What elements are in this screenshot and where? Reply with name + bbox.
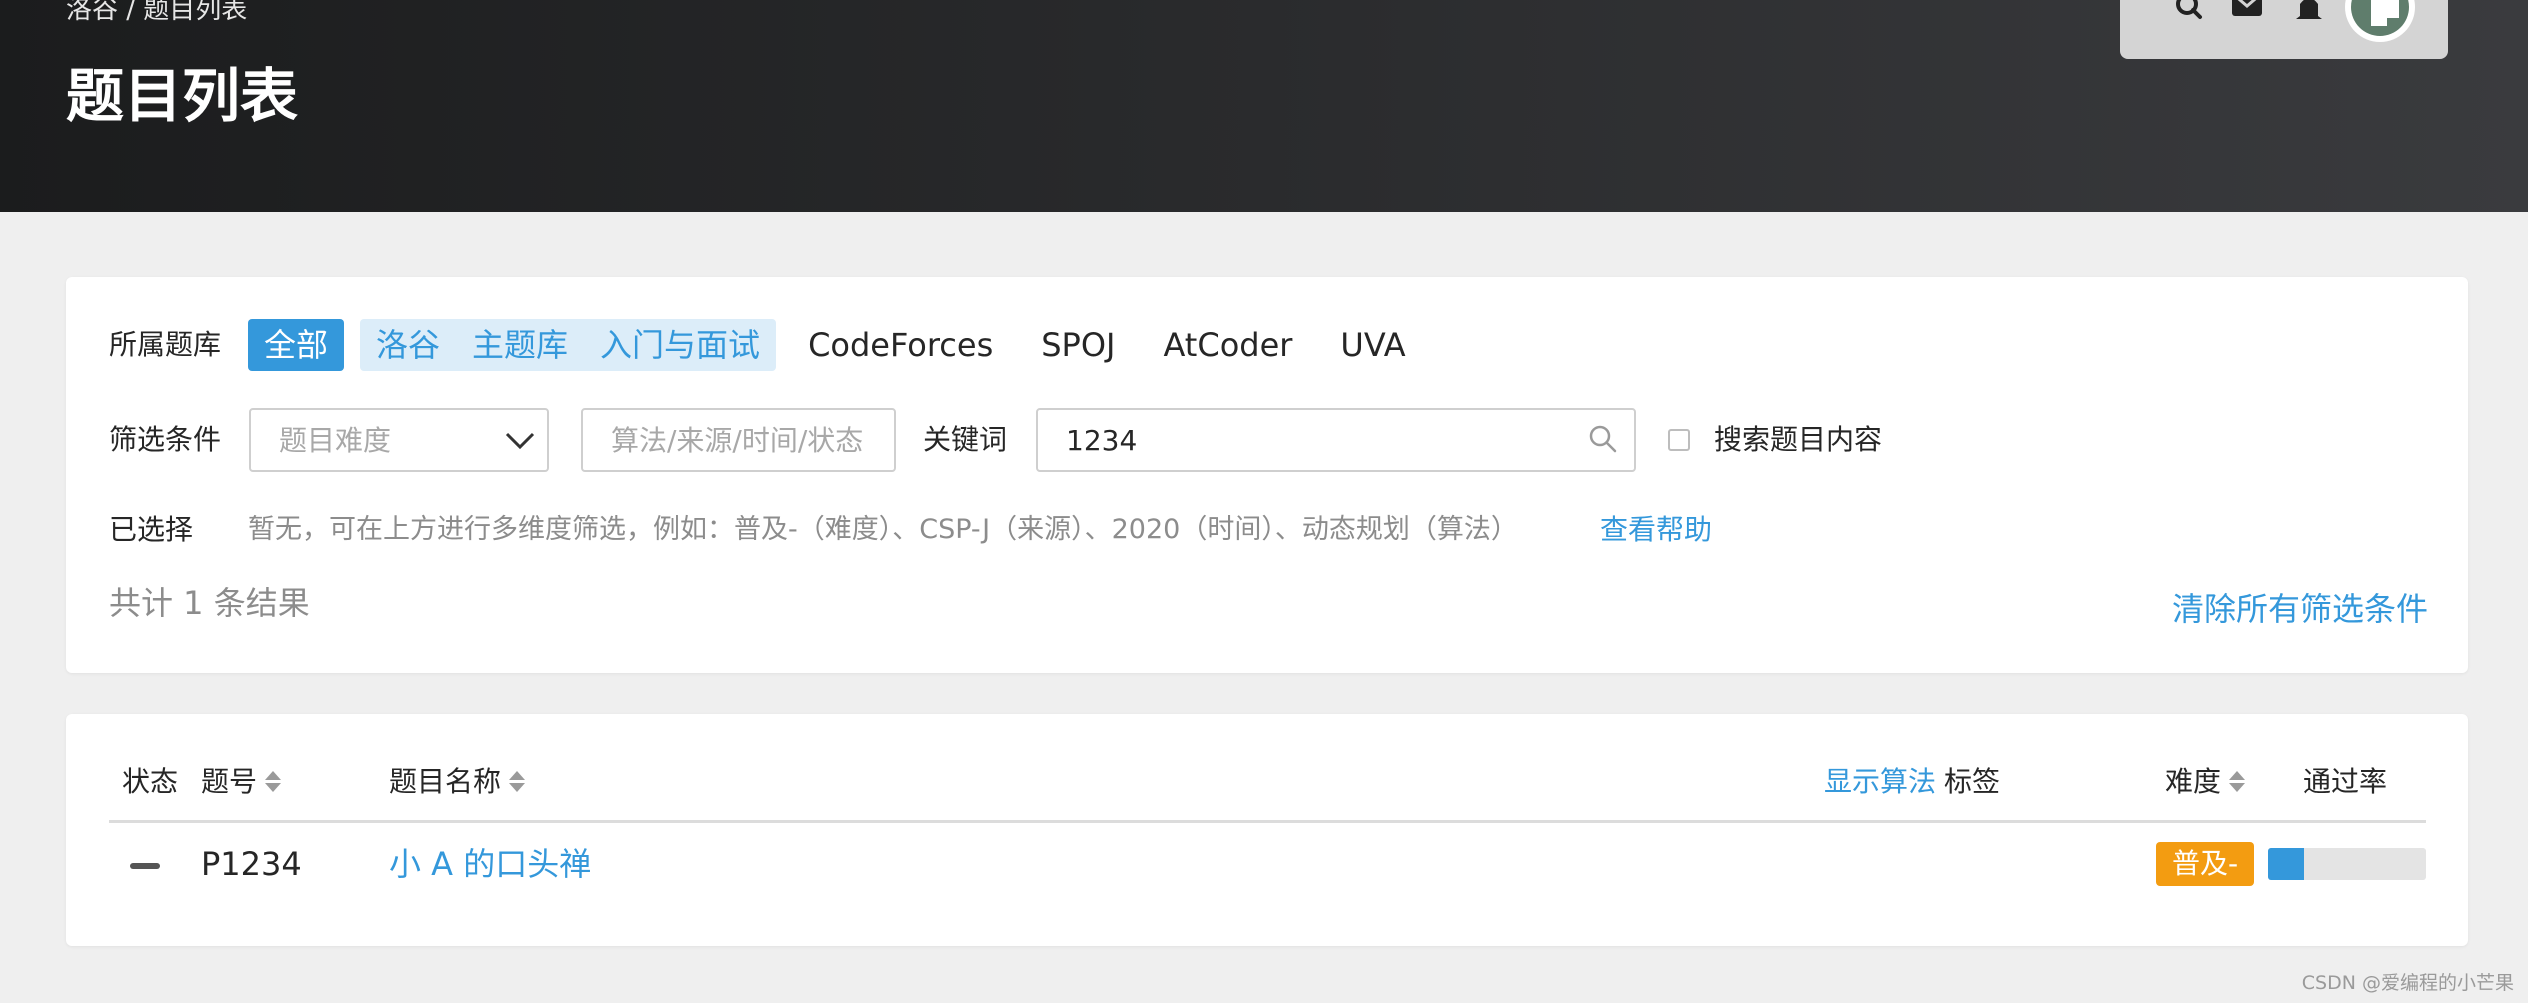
search-content-checkbox[interactable] [1668,429,1690,451]
header-pid[interactable]: 题号 [201,764,282,800]
problem-list: 状态 题号 题目名称 显示算法 标签 难度 通过率 P1234 小 A 的口头禅… [66,714,2468,946]
show-algorithm-link[interactable]: 显示算法 [1824,764,1936,800]
keyword-input[interactable]: 1234 [1036,408,1636,472]
header-difficulty[interactable]: 难度 [2165,764,2246,800]
breadcrumb[interactable]: 洛谷 / 题目列表 [66,0,247,26]
status-not-attempted-icon [130,863,160,869]
bell-icon[interactable] [2292,0,2326,22]
difficulty-badge: 普及- [2156,842,2254,886]
tags-placeholder: 算法/来源/时间/状态 [611,424,864,457]
sort-icon[interactable] [2229,770,2246,794]
search-icon[interactable] [1588,424,1618,454]
tab-all[interactable]: 全部 [248,319,345,371]
tab-intro-interview[interactable]: 入门与面试 [584,319,776,371]
difficulty-placeholder: 题目难度 [279,424,392,457]
header-name[interactable]: 题目名称 [389,764,526,800]
header-tags: 显示算法 标签 [1824,764,2000,800]
tab-main-library[interactable]: 主题库 [456,319,584,371]
search-content-label[interactable]: 搜索题目内容 [1714,422,1882,458]
page-header: 洛谷 / 题目列表 题目列表 [0,0,2528,212]
header-tags-label: 标签 [1944,765,2001,798]
tab-uva[interactable]: UVA [1324,319,1421,371]
problem-id: P1234 [201,845,302,883]
tab-luogu[interactable]: 洛谷 [360,319,456,371]
help-link[interactable]: 查看帮助 [1600,512,1712,548]
clear-filters-link[interactable]: 清除所有筛选条件 [2172,589,2428,629]
tab-codeforces[interactable]: CodeForces [792,319,1009,371]
pass-rate-bar [2268,848,2426,880]
luogu-source-group: 洛谷 主题库 入门与面试 [360,319,777,371]
result-count: 共计 1 条结果 [109,584,310,622]
header-status: 状态 [122,764,178,800]
tags-filter-input[interactable]: 算法/来源/时间/状态 [581,408,896,472]
filter-panel: 所属题库 全部 洛谷 主题库 入门与面试 CodeForces SPOJ AtC… [66,277,2468,673]
tab-atcoder[interactable]: AtCoder [1147,319,1308,371]
tab-spoj[interactable]: SPOJ [1025,319,1131,371]
header-difficulty-label: 难度 [2165,765,2222,798]
watermark: CSDN @爱编程的小芒果 [2301,972,2514,994]
header-pass-rate: 通过率 [2303,764,2387,800]
problem-title-link[interactable]: 小 A 的口头禅 [389,844,591,884]
keyword-value: 1234 [1066,424,1138,457]
source-label: 所属题库 [109,328,222,361]
page-title: 题目列表 [66,62,299,130]
header-pass-rate-label: 通过率 [2303,765,2388,798]
selected-label: 已选择 [109,513,194,546]
source-tabs: 全部 洛谷 主题库 入门与面试 CodeForces SPOJ AtCoder … [248,319,1438,371]
header-pid-label: 题号 [201,765,258,798]
selected-hint: 暂无，可在上方进行多维度筛选，例如：普及-（难度）、CSP-J（来源）、2020… [248,514,1518,545]
difficulty-select[interactable]: 题目难度 [249,408,549,472]
mail-icon[interactable] [2230,0,2264,22]
header-name-label: 题目名称 [389,765,502,798]
keyword-label: 关键词 [923,423,1008,456]
header-divider [109,820,2426,823]
pass-rate-fill [2268,848,2305,880]
sort-icon[interactable] [509,770,526,794]
chevron-down-icon [503,430,537,452]
sort-icon[interactable] [265,770,282,794]
condition-label: 筛选条件 [109,423,222,456]
header-status-label: 状态 [122,765,179,798]
search-icon[interactable] [2172,0,2206,22]
